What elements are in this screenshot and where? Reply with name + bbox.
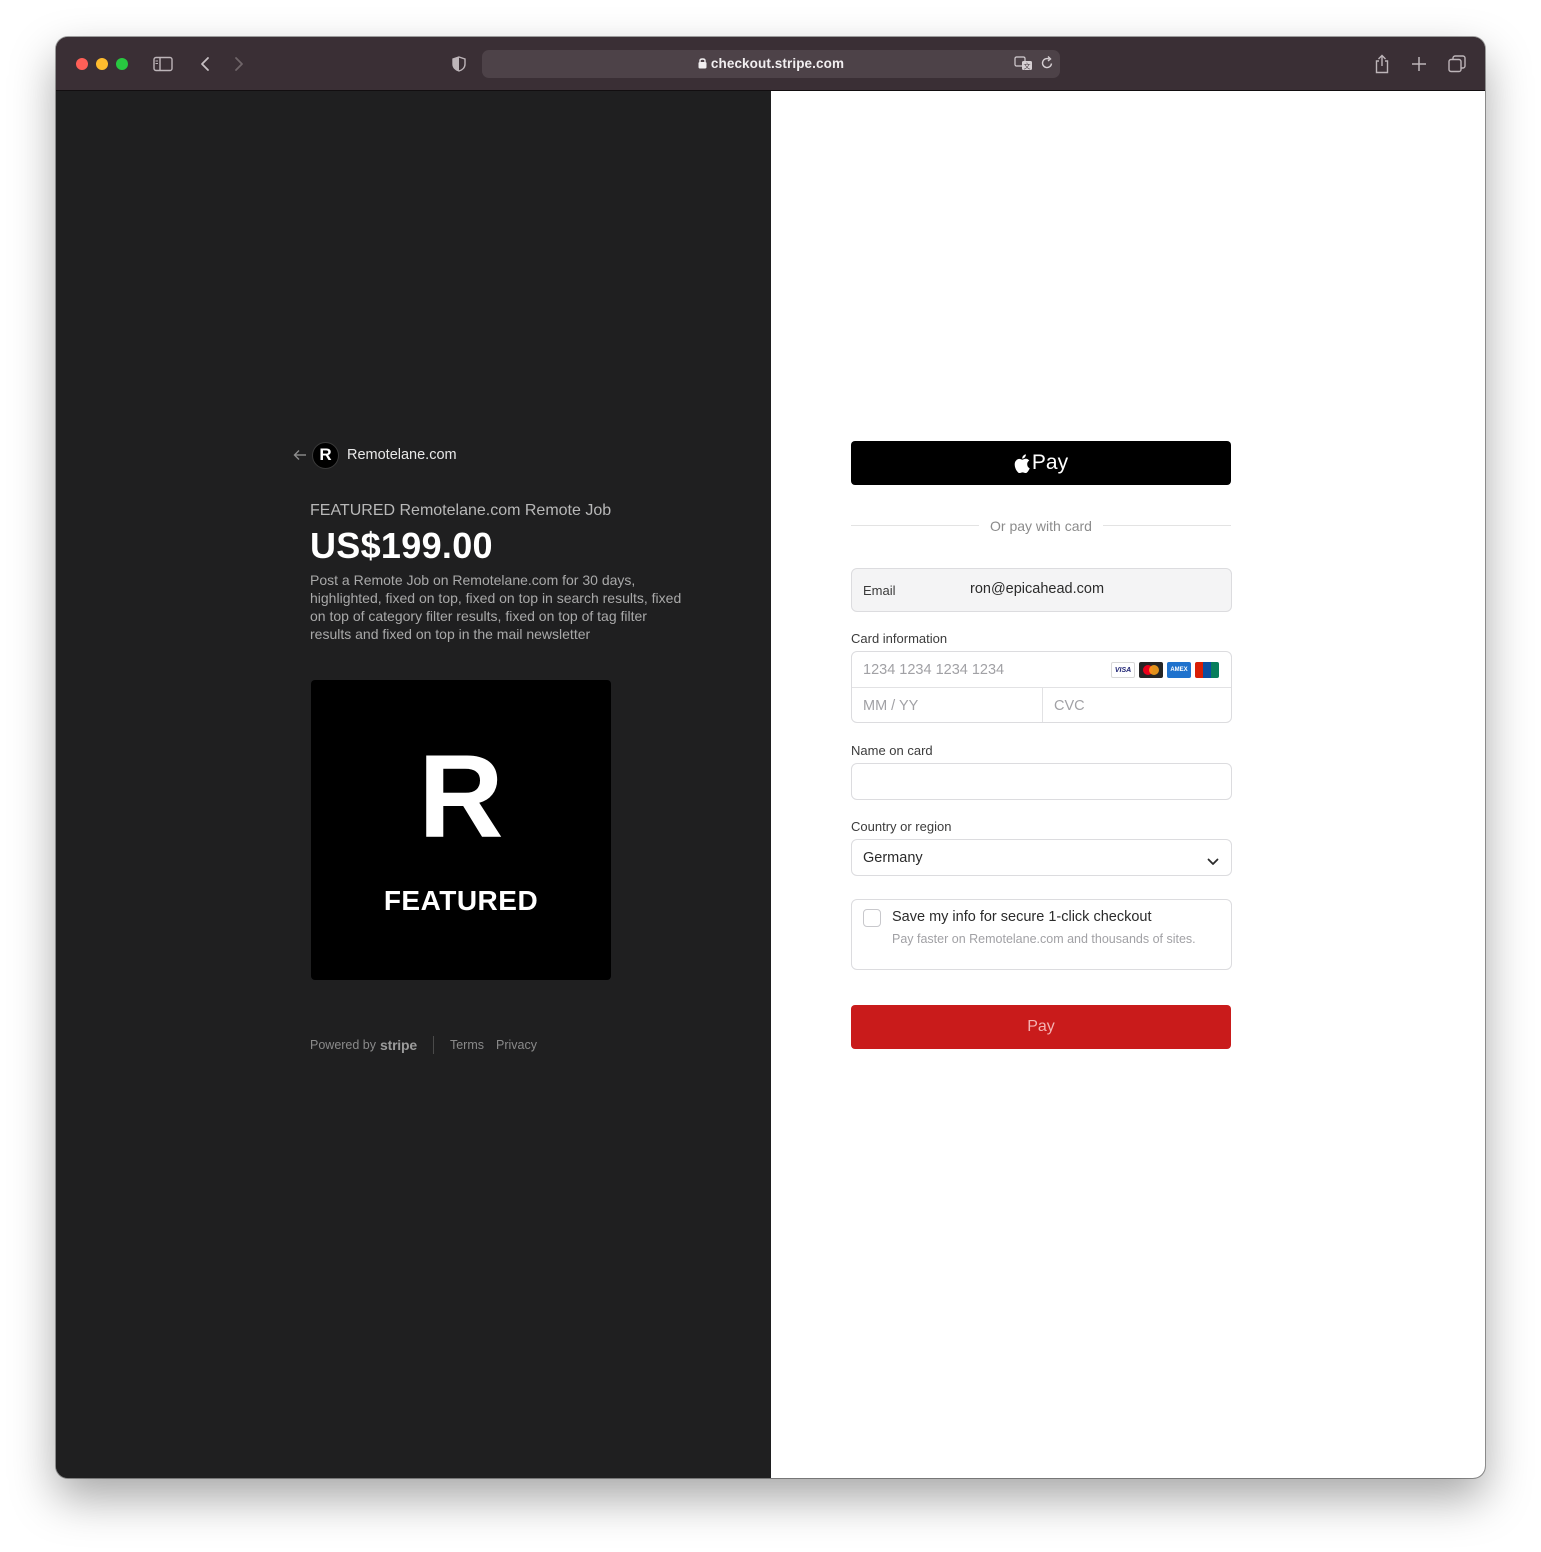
browser-titlebar: checkout.stripe.com 文 (56, 37, 1485, 91)
merchant-header[interactable]: R Remotelane.com (290, 441, 457, 469)
unionpay-icon (1195, 662, 1219, 678)
or-pay-with-card-divider: Or pay with card (851, 516, 1231, 536)
privacy-link[interactable]: Privacy (496, 1038, 537, 1052)
back-arrow-icon[interactable] (290, 445, 310, 465)
apple-pay-button[interactable]: Pay (851, 441, 1231, 485)
powered-by-stripe[interactable]: Powered by stripe (310, 1037, 417, 1053)
terms-link[interactable]: Terms (450, 1038, 484, 1052)
lock-icon (698, 57, 707, 72)
product-price: US$199.00 (310, 525, 493, 566)
product-description: Post a Remote Job on Remotelane.com for … (310, 572, 682, 642)
save-info-option[interactable]: Save my info for secure 1-click checkout… (851, 899, 1232, 970)
chevron-down-icon (1207, 853, 1219, 871)
stripe-logo: stripe (380, 1037, 417, 1053)
cvc-input[interactable]: CVC (1054, 698, 1085, 714)
tab-overview-icon[interactable] (1444, 51, 1470, 77)
minimize-window-button[interactable] (96, 58, 108, 70)
checkout-footer: Powered by stripe Terms Privacy (310, 1036, 549, 1054)
forward-icon[interactable] (226, 51, 252, 77)
sidebar-toggle-icon[interactable] (150, 51, 176, 77)
email-field[interactable]: Email ron@epicahead.com (851, 568, 1232, 612)
payment-panel: Pay Or pay with card Email ron@epicahead… (771, 91, 1485, 1478)
card-info-label: Card information (851, 631, 948, 646)
new-tab-icon[interactable] (1406, 51, 1432, 77)
country-select[interactable]: Germany (851, 839, 1232, 876)
name-on-card-label: Name on card (851, 743, 933, 758)
product-image: R FEATURED (311, 680, 611, 980)
svg-text:文: 文 (1024, 62, 1031, 71)
country-label: Country or region (851, 819, 952, 834)
product-name: FEATURED Remotelane.com Remote Job (310, 502, 612, 519)
back-icon[interactable] (192, 51, 218, 77)
save-info-subtitle: Pay faster on Remotelane.com and thousan… (892, 932, 1196, 946)
merchant-logo: R (312, 441, 339, 469)
order-summary-panel: R Remotelane.com FEATURED Remotelane.com… (56, 91, 771, 1478)
maximize-window-button[interactable] (116, 58, 128, 70)
expiry-input[interactable]: MM / YY (863, 698, 918, 714)
amex-icon: AMEX (1167, 662, 1191, 678)
pay-button-label: Pay (1027, 1018, 1055, 1035)
mastercard-icon (1139, 662, 1163, 678)
card-brands: VISA AMEX (1107, 662, 1219, 678)
card-information-group: 1234 1234 1234 1234 VISA AMEX MM / YY CV… (851, 651, 1232, 723)
product-image-letter: R (418, 731, 504, 863)
translate-icon[interactable]: 文 (1014, 55, 1034, 76)
email-label: Email (863, 583, 896, 598)
visa-icon: VISA (1111, 662, 1135, 678)
divider-label: Or pay with card (982, 518, 1100, 534)
browser-window: checkout.stripe.com 文 R Remotelane.com F… (56, 37, 1485, 1478)
footer-divider (432, 1036, 434, 1054)
name-on-card-input[interactable] (851, 763, 1232, 800)
reload-icon[interactable] (1040, 55, 1054, 76)
country-value: Germany (863, 850, 923, 866)
save-info-checkbox[interactable] (863, 909, 881, 927)
pay-button[interactable]: Pay (851, 1005, 1231, 1049)
apple-logo-icon (1014, 453, 1030, 473)
share-icon[interactable] (1369, 51, 1395, 77)
merchant-name: Remotelane.com (347, 447, 457, 463)
product-image-caption: FEATURED (383, 885, 539, 916)
card-number-input[interactable]: 1234 1234 1234 1234 (863, 662, 1004, 678)
email-value: ron@epicahead.com (970, 581, 1105, 597)
address-bar[interactable]: checkout.stripe.com 文 (482, 50, 1060, 78)
save-info-title: Save my info for secure 1-click checkout (892, 909, 1152, 925)
powered-by-label: Powered by (310, 1038, 377, 1052)
url-text: checkout.stripe.com (710, 56, 845, 71)
apple-pay-label: Pay (1031, 451, 1069, 474)
close-window-button[interactable] (76, 58, 88, 70)
privacy-shield-icon[interactable] (446, 51, 472, 77)
